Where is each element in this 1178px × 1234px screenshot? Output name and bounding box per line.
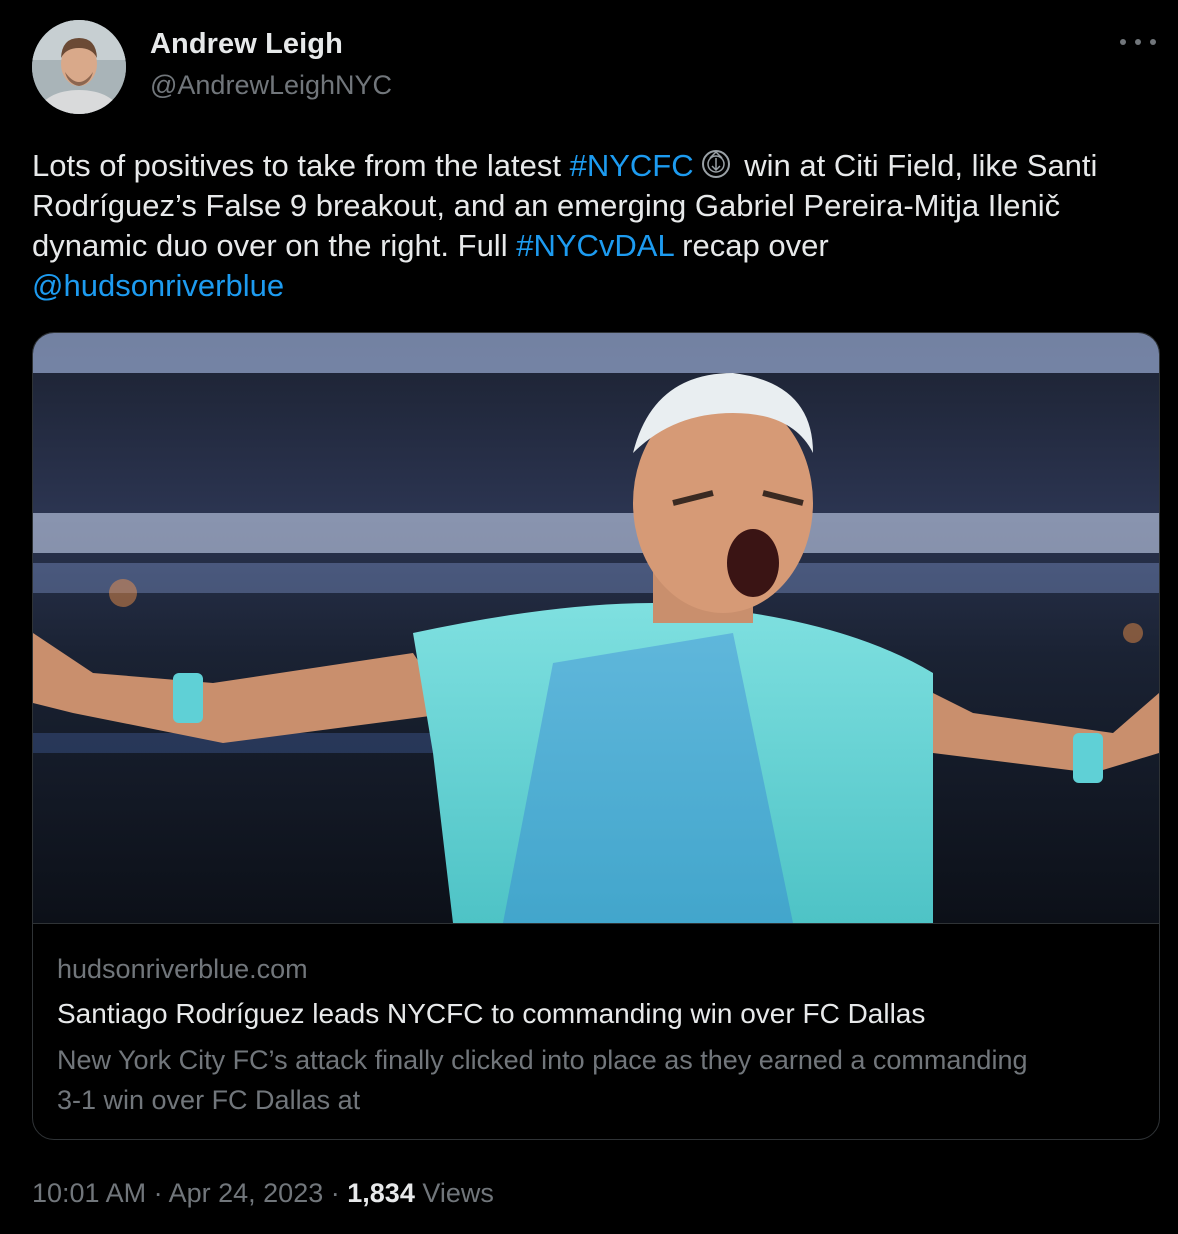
more-horizontal-icon[interactable] — [1120, 30, 1156, 54]
card-image[interactable] — [33, 333, 1159, 923]
card-title: Santiago Rodríguez leads NYCFC to comman… — [57, 998, 926, 1029]
meta-separator: · — [330, 1178, 340, 1208]
card-description: New York City FC’s attack finally clicke… — [57, 1045, 1028, 1115]
tweet-text: Lots of positives to take from the lates… — [32, 146, 1152, 306]
link-preview-card[interactable]: hudsonriverblue.com Santiago Rodríguez l… — [32, 332, 1160, 1140]
views-count: 1,834 — [347, 1178, 415, 1208]
tweet-date[interactable]: Apr 24, 2023 — [169, 1178, 324, 1208]
meta-separator: · — [153, 1178, 163, 1208]
nycfc-crest-icon — [701, 150, 730, 178]
views-label: Views — [422, 1178, 494, 1208]
tweet-text-part: Lots of positives to take from the lates… — [32, 148, 570, 183]
hashtag-link[interactable]: #NYCvDAL — [516, 228, 673, 263]
tweet-time[interactable]: 10:01 AM — [32, 1178, 146, 1208]
avatar[interactable] — [32, 20, 126, 114]
tweet-text-part: recap over — [673, 228, 829, 263]
article-photo — [33, 333, 1159, 923]
tweet: Andrew Leigh @AndrewLeighNYC Lots of pos… — [0, 0, 1178, 1234]
author-name[interactable]: Andrew Leigh — [150, 28, 343, 61]
tweet-meta: 10:01 AM · Apr 24, 2023 · 1,834 Views — [32, 1178, 494, 1209]
avatar-photo — [32, 20, 126, 114]
author-handle[interactable]: @AndrewLeighNYC — [150, 70, 392, 101]
mention-link[interactable]: @hudsonriverblue — [32, 268, 284, 303]
card-body: hudsonriverblue.com Santiago Rodríguez l… — [33, 923, 1159, 1115]
card-domain: hudsonriverblue.com — [57, 954, 308, 984]
hashtag-link[interactable]: #NYCFC — [570, 148, 694, 183]
